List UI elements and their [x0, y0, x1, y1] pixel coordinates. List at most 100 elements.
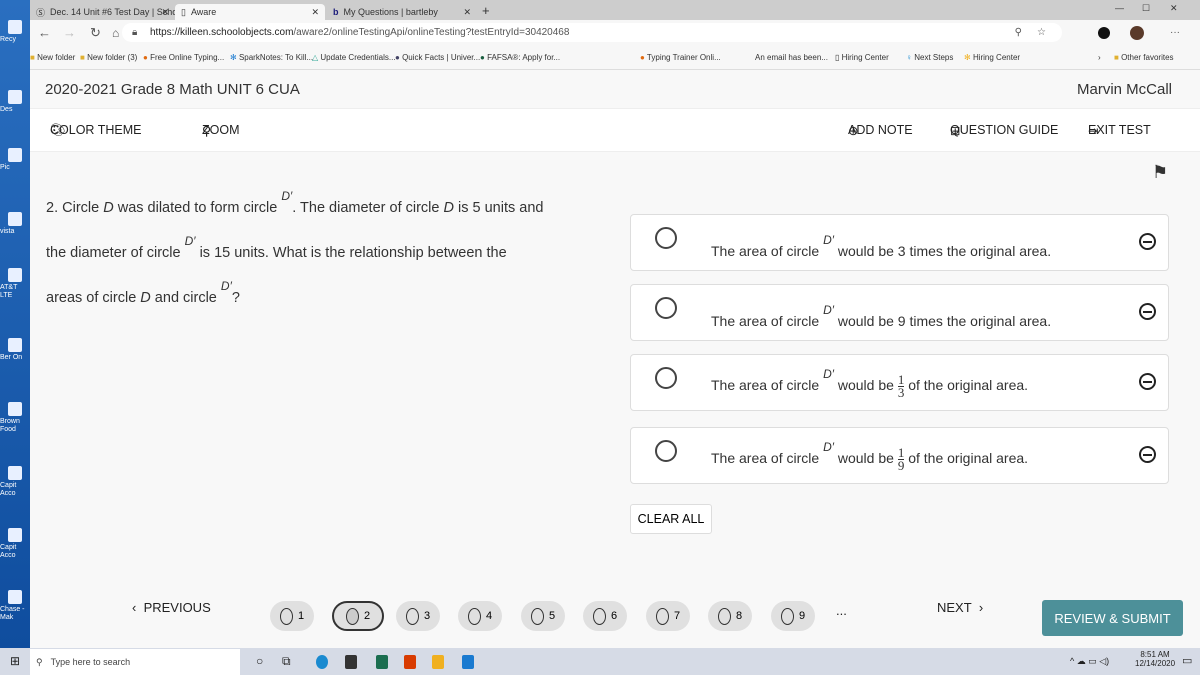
new-tab-button[interactable]: + — [482, 3, 490, 18]
bookmark-label: FAFSA®: Apply for... — [487, 53, 561, 62]
desktop-icon-label: Capit Acco — [0, 482, 17, 497]
bookmark-other-favorites[interactable]: ■ Other favorites — [1114, 53, 1174, 62]
task-view-icon[interactable]: ⧉ — [282, 654, 291, 669]
desktop-icon[interactable]: Capit Acco — [0, 528, 30, 560]
eliminate-icon[interactable] — [1139, 446, 1156, 463]
next-label: NEXT — [937, 600, 972, 615]
desktop-icon[interactable]: Brown Food — [0, 402, 30, 434]
close-tab-icon[interactable]: ✕ — [161, 7, 169, 18]
next-button[interactable]: NEXT › — [937, 600, 983, 615]
extension-icon[interactable] — [1098, 26, 1110, 39]
bookmark[interactable]: ✻ Hiring Center — [964, 53, 1020, 62]
page-button-2[interactable]: 2 — [332, 601, 384, 631]
tab-label: My Questions | bartleby — [343, 7, 438, 17]
radio-button[interactable] — [655, 367, 677, 389]
search-placeholder: Type here to search — [50, 657, 131, 667]
desktop-icon[interactable]: Capit Acco — [0, 466, 30, 498]
windows-start-icon[interactable]: ⊞ — [10, 654, 20, 668]
radio-button[interactable] — [655, 297, 677, 319]
page-button-8[interactable]: 8 — [708, 601, 752, 631]
answer-option-c[interactable]: The area of circle D′ would be 13 of the… — [630, 354, 1169, 411]
page-button-1[interactable]: 1 — [270, 601, 314, 631]
bookmark[interactable]: ● Quick Facts | Univer... — [395, 53, 480, 62]
maximize-button[interactable]: ☐ — [1142, 3, 1150, 14]
bookmark-label: Next Steps — [914, 53, 954, 62]
page-button-9[interactable]: 9 — [771, 601, 815, 631]
option-text: would be — [833, 450, 898, 466]
flag-icon[interactable]: ⚑ — [1152, 162, 1168, 183]
radio-icon — [592, 607, 606, 625]
color-theme-label: COLOR THEME — [50, 123, 142, 137]
close-tab-icon[interactable]: ✕ — [311, 7, 319, 18]
page-button-5[interactable]: 5 — [521, 601, 565, 631]
eliminate-icon[interactable] — [1139, 373, 1156, 390]
favorite-star-icon[interactable]: ☆ — [1037, 27, 1046, 38]
desktop-icon[interactable]: Recy — [0, 20, 30, 44]
bookmark[interactable]: ● Typing Trainer Onli... — [640, 53, 721, 62]
bookmark[interactable]: ● FAFSA®: Apply for... — [480, 53, 560, 62]
minimize-button[interactable]: — — [1115, 3, 1124, 13]
mail-icon[interactable] — [462, 655, 474, 669]
answer-option-a[interactable]: The area of circle D′ would be 3 times t… — [630, 214, 1169, 271]
url-input[interactable]: 🔒︎ https://killeen.schoolobjects.com/awar… — [122, 23, 1062, 42]
more-menu-icon[interactable]: ··· — [1170, 27, 1180, 38]
answer-option-d[interactable]: The area of circle D′ would be 19 of the… — [630, 427, 1169, 484]
eliminate-icon[interactable] — [1139, 303, 1156, 320]
close-tab-icon[interactable]: ✕ — [463, 7, 471, 18]
q-var: D — [140, 290, 151, 306]
forward-icon[interactable]: → — [63, 25, 76, 40]
profile-avatar[interactable] — [1130, 25, 1144, 40]
tab-aware[interactable]: ▯ Aware ✕ — [175, 4, 325, 20]
desktop-icon[interactable]: Des — [0, 90, 30, 114]
bookmark[interactable]: △ Update Credentials... — [312, 53, 396, 62]
option-text: of the original area. — [904, 377, 1029, 393]
clock[interactable]: 8:51 AM 12/14/2020 — [1135, 650, 1175, 668]
clear-all-button[interactable]: CLEAR ALL — [630, 504, 712, 534]
zoom-icon[interactable]: ⚲ — [1015, 27, 1022, 38]
desktop-icon[interactable]: Ber On — [0, 338, 30, 362]
app-icon[interactable] — [376, 655, 388, 669]
zoom-label: ZOOM — [202, 123, 240, 137]
desktop-icon[interactable]: vista — [0, 212, 30, 236]
office-icon[interactable] — [404, 655, 416, 669]
bookmark[interactable]: ▯ Hiring Center — [835, 53, 889, 62]
store-icon[interactable] — [345, 655, 357, 669]
radio-icon — [655, 607, 669, 625]
page-button-4[interactable]: 4 — [458, 601, 502, 631]
eliminate-icon[interactable] — [1139, 233, 1156, 250]
close-window-button[interactable]: ✕ — [1170, 3, 1178, 14]
radio-button[interactable] — [655, 227, 677, 249]
bookmark[interactable]: An email has been... — [755, 53, 828, 62]
review-submit-button[interactable]: REVIEW & SUBMIT — [1042, 600, 1183, 636]
radio-button[interactable] — [655, 440, 677, 462]
back-icon[interactable]: ← — [38, 25, 51, 40]
file-explorer-icon[interactable] — [432, 655, 444, 669]
chevron-right-icon[interactable]: › — [1098, 53, 1101, 62]
more-pages[interactable]: ... — [836, 603, 847, 618]
page-button-3[interactable]: 3 — [396, 601, 440, 631]
cortana-icon[interactable]: ○ — [256, 654, 263, 668]
previous-button[interactable]: ‹ PREVIOUS — [132, 600, 211, 615]
desktop-icon[interactable]: AT&T LTE — [0, 268, 30, 300]
bookmark[interactable]: ■ New folder — [30, 53, 75, 62]
desktop-icon[interactable]: Chase - Mak — [0, 590, 30, 622]
home-icon[interactable]: ⌂ — [112, 26, 119, 40]
bookmark[interactable]: ■ New folder (3) — [80, 53, 137, 62]
radio-icon — [279, 607, 293, 625]
notification-icon[interactable]: ▭ — [1182, 654, 1192, 667]
refresh-icon[interactable]: ↻ — [90, 25, 101, 41]
edge-icon[interactable] — [316, 655, 328, 669]
bookmark-label: Update Credentials... — [320, 53, 396, 62]
tab-schoology[interactable]: Ⓢ Dec. 14 Unit #6 Test Day | Schoo ✕ — [30, 4, 182, 20]
bartleby-icon: b — [333, 7, 339, 17]
page-button-7[interactable]: 7 — [646, 601, 690, 631]
tab-bartleby[interactable]: b My Questions | bartleby ✕ — [327, 4, 477, 20]
system-tray-icons[interactable]: ^ ☁ ▭ ◁) — [1070, 656, 1109, 667]
answer-option-b[interactable]: The area of circle D′ would be 9 times t… — [630, 284, 1169, 341]
page-button-6[interactable]: 6 — [583, 601, 627, 631]
bookmark[interactable]: ● Free Online Typing... — [143, 53, 224, 62]
taskbar-search[interactable]: ⚲ Type here to search — [30, 649, 240, 675]
bookmark[interactable]: ♀ Next Steps — [906, 53, 953, 62]
bookmark[interactable]: ✻ SparkNotes: To Kill... — [230, 53, 313, 62]
desktop-icon[interactable]: Pic — [0, 148, 30, 172]
